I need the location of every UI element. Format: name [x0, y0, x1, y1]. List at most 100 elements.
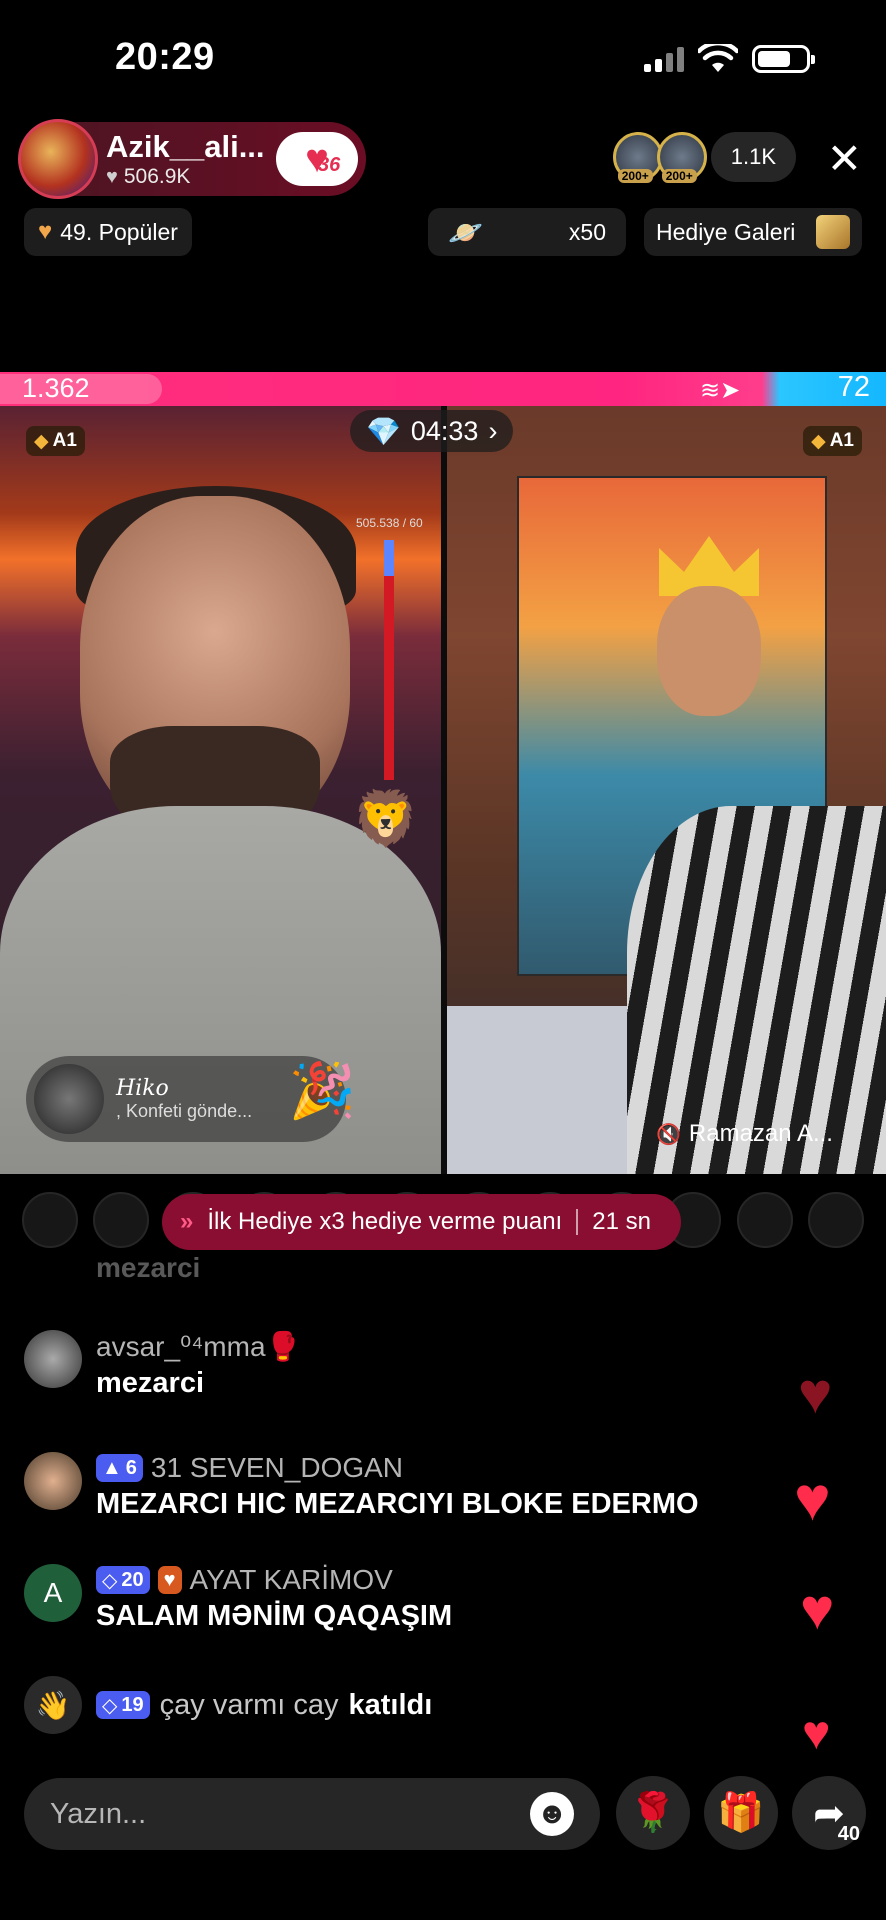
level-badge: ◇ 19: [96, 1691, 150, 1719]
avatar: [34, 1064, 104, 1134]
promo-text: İlk Hediye x3 hediye verme puanı: [207, 1208, 563, 1235]
cohost-name-tag[interactable]: 🔇 Ramazan A...: [656, 1120, 833, 1148]
close-icon[interactable]: ✕: [827, 138, 862, 180]
host-avatar[interactable]: [18, 119, 98, 199]
heart-icon: ♥: [794, 1465, 831, 1534]
gift-icon: 🎁: [717, 1792, 765, 1834]
rose-gift-button[interactable]: 🌹: [616, 1776, 690, 1850]
viewer-avatar[interactable]: 200+: [656, 132, 707, 183]
heart-icon: ♥: [163, 1568, 176, 1591]
avatar[interactable]: [24, 1330, 82, 1388]
host-profile[interactable]: Azik__ali... ♥ 506.9K ♥ 36: [18, 119, 366, 199]
rank-badge-label: A1: [52, 430, 77, 451]
battle-timer-value: 04:33: [410, 415, 479, 446]
level-badge: ◇ 20: [96, 1566, 150, 1594]
rank-badge-right: ◆ A1: [803, 426, 862, 456]
viewer-count[interactable]: 1.1K: [710, 132, 796, 182]
streak-icon: ≋➤: [700, 377, 741, 404]
viewer-list[interactable]: 200+ 200+ 1.1K: [612, 132, 796, 183]
gift-action: , Konfeti gönde...: [116, 1101, 253, 1121]
popular-rank-label: 49. Popüler: [60, 218, 178, 245]
battle-score-right: 72: [837, 371, 870, 403]
comment-item[interactable]: avsar_⁰⁴mma🥊 mezarci: [24, 1330, 300, 1400]
follow-badge-number: 36: [318, 154, 341, 176]
wifi-icon: [698, 44, 738, 72]
join-item: 👋 ◇ 19 çay varmı cay katıldı: [24, 1676, 432, 1734]
avatar-letter: A: [43, 1577, 63, 1608]
heart-icon: ♥: [106, 165, 118, 188]
cohost-name: Ramazan A...: [688, 1120, 833, 1147]
share-count: 40: [837, 1823, 860, 1845]
avatar[interactable]: [24, 1452, 82, 1510]
viewer-badge: 200+: [617, 169, 653, 183]
hp-bar: [384, 540, 394, 780]
confetti-icon: 🎉: [288, 1061, 356, 1121]
rank-badge-label: A1: [829, 430, 854, 451]
comment-user[interactable]: AYAT KARİMOV: [190, 1564, 393, 1596]
level-badge-number: 6: [125, 1456, 137, 1479]
diamond-icon: ◇: [102, 1694, 118, 1717]
heart-icon: ♥: [798, 1361, 833, 1426]
faded-comment: mezarci: [96, 1252, 201, 1283]
comment-input[interactable]: Yazın... ☻: [24, 1778, 600, 1850]
multiplier-label: x50: [568, 218, 606, 245]
popular-rank-chip[interactable]: ♥ 49. Popüler: [24, 208, 192, 256]
battle-score-left: 1.362: [22, 373, 90, 403]
level-badge-number: 20: [121, 1568, 144, 1591]
emoji-icon[interactable]: ☻: [530, 1792, 574, 1836]
comment-item[interactable]: ▲ 6 31 SEVEN_DOGAN MEZARCI HIC MEZARCIYI …: [24, 1452, 699, 1521]
comment-text: MEZARCI HIC MEZARCIYI BLOKE EDERMO: [96, 1488, 699, 1520]
diamond-icon: ◆: [811, 430, 826, 452]
battle-timer[interactable]: 💎 04:33 ›: [350, 410, 514, 452]
comment-user[interactable]: 31 SEVEN_DOGAN: [151, 1452, 403, 1484]
comment-text: mezarci: [96, 1367, 205, 1399]
hp-text: 505.538 / 60: [356, 516, 423, 530]
lion-icon: 🦁: [352, 789, 420, 849]
join-action: katıldı: [348, 1688, 433, 1721]
cohost-video[interactable]: ◆ A1: [447, 406, 886, 1174]
gift-gallery-label: Hediye Galeri: [656, 218, 796, 245]
gift-gallery-chip[interactable]: Hediye Galeri: [644, 208, 862, 256]
promo-banner[interactable]: » İlk Hediye x3 hediye verme puanı 21 sn: [162, 1194, 681, 1250]
follow-button[interactable]: ♥ 36: [276, 132, 358, 186]
join-user[interactable]: çay varmı cay: [160, 1689, 339, 1722]
fan-badge: ♥: [157, 1566, 182, 1594]
chevron-right-icon: ›: [488, 415, 498, 446]
heart-icon: ♥: [800, 1577, 835, 1642]
battery-icon: [752, 45, 815, 73]
comment-item[interactable]: A ◇ 20 ♥ AYAT KARİMOV SALAM MƏNİM QAQAŞIM: [24, 1564, 452, 1633]
host-likes-count: 506.9K: [123, 165, 191, 188]
status-icons: [644, 44, 815, 74]
gift-box-icon: [816, 215, 850, 249]
rose-icon: 🌹: [629, 1792, 677, 1834]
comment-input-placeholder: Yazın...: [50, 1797, 147, 1830]
rank-badge-left: ◆ A1: [26, 426, 85, 456]
video-figure: [627, 806, 886, 1174]
gift-sender: Hiko: [116, 1076, 169, 1101]
heart-icon: ♥: [38, 218, 53, 245]
share-button[interactable]: ➦ 40: [792, 1776, 866, 1850]
promo-time: 21 sn: [592, 1208, 651, 1235]
chevron-right-icon: »: [180, 1208, 194, 1235]
wave-icon: 👋: [24, 1676, 82, 1734]
level-badge: ▲ 6: [96, 1454, 143, 1482]
video-figure: [447, 1006, 647, 1174]
level-badge-number: 19: [121, 1693, 144, 1716]
diamond-icon: ◇: [102, 1569, 118, 1592]
diamond-icon: 💎: [366, 415, 401, 447]
planet-icon: 🪐: [448, 216, 483, 248]
triangle-icon: ▲: [102, 1456, 122, 1479]
comment-user[interactable]: avsar_⁰⁴mma🥊: [96, 1330, 300, 1363]
host-likes: ♥ 506.9K: [106, 165, 265, 189]
avatar[interactable]: A: [24, 1564, 82, 1622]
divider: [576, 1209, 579, 1235]
multiplier-chip[interactable]: 🪐 x50: [428, 208, 626, 256]
muted-speaker-icon: 🔇: [656, 1123, 681, 1146]
comment-text: SALAM MƏNİM QAQAŞIM: [96, 1600, 453, 1632]
gift-button[interactable]: 🎁: [704, 1776, 778, 1850]
heart-icon: ♥: [802, 1707, 831, 1760]
viewer-avatar[interactable]: 200+: [612, 132, 663, 183]
signal-icon: [644, 46, 684, 72]
viewer-badge: 200+: [661, 169, 697, 183]
poster-figure: [657, 586, 761, 716]
